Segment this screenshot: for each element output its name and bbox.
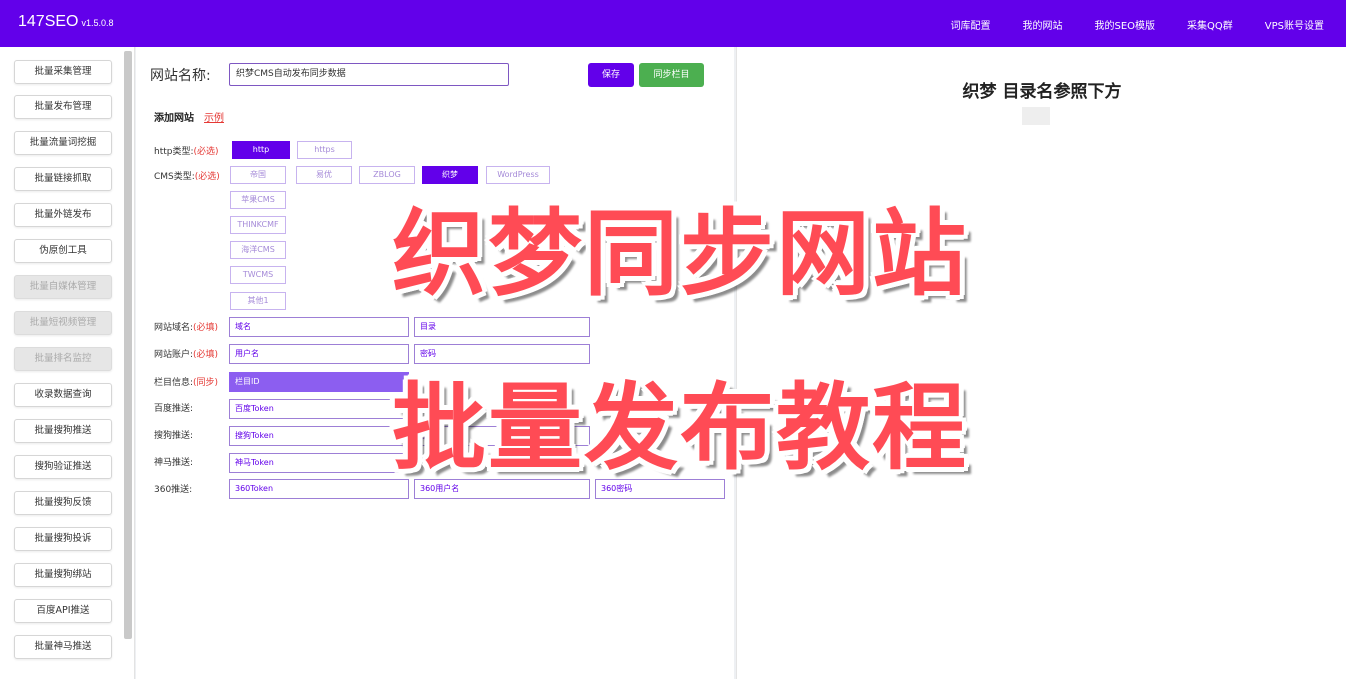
domain-input[interactable]: 域名 xyxy=(229,317,409,337)
site-name-input[interactable]: 织梦CMS自动发布同步数据 xyxy=(229,63,509,86)
sidebar-scrollbar[interactable] xyxy=(124,51,132,639)
overlay-title-line2: 批量发布教程 xyxy=(391,374,968,483)
http-option-https[interactable]: https xyxy=(297,141,352,159)
sidebar-item-batch-collect[interactable]: 批量采集管理 xyxy=(14,60,112,84)
nav-seo-templates[interactable]: 我的SEO模版 xyxy=(1088,13,1161,36)
cms-type-label: CMS类型:(必选) xyxy=(154,172,220,182)
directory-input[interactable]: 目录 xyxy=(414,317,590,337)
http-type-label: http类型:(必选) xyxy=(154,147,219,157)
sync-columns-button[interactable]: 同步栏目 xyxy=(639,63,704,87)
nav-my-sites[interactable]: 我的网站 xyxy=(1016,13,1068,36)
sidebar-item-sogou-complaint[interactable]: 批量搜狗投诉 xyxy=(14,527,112,551)
app-version: v1.5.0.8 xyxy=(81,18,114,28)
sidebar-item-backlink-publish[interactable]: 批量外链发布 xyxy=(14,203,112,227)
app-brand: 147SEO v1.5.0.8 xyxy=(18,13,114,31)
brand-name: 147SEO xyxy=(18,13,79,30)
add-site-example-link[interactable]: 示例 xyxy=(204,109,224,124)
sogou-push-label: 搜狗推送: xyxy=(154,431,194,441)
save-button[interactable]: 保存 xyxy=(588,63,634,87)
sidebar-item-baidu-api[interactable]: 百度API推送 xyxy=(14,599,112,623)
cms-option-diguo[interactable]: 帝国 xyxy=(230,166,286,184)
nav-qq-groups[interactable]: 采集QQ群 xyxy=(1181,13,1239,36)
reference-placeholder xyxy=(1022,107,1050,125)
account-label: 网站账户:(必填) xyxy=(154,350,219,360)
site-name-label: 网站名称: xyxy=(150,68,211,84)
http-option-http[interactable]: http xyxy=(232,141,290,159)
nav-word-config[interactable]: 词库配置 xyxy=(944,13,996,36)
overlay-title-line1: 织梦同步网站 xyxy=(391,200,968,309)
cms-option-other1[interactable]: 其他1 xyxy=(230,292,286,310)
sidebar-item-sogou-push[interactable]: 批量搜狗推送 xyxy=(14,419,112,443)
sidebar-item-media-manage[interactable]: 批量自媒体管理 xyxy=(14,275,112,299)
top-bar: 147SEO v1.5.0.8 词库配置 我的网站 我的SEO模版 采集QQ群 V… xyxy=(0,0,1346,47)
cms-option-apple[interactable]: 苹果CMS xyxy=(230,191,286,209)
sidebar-item-keyword-mining[interactable]: 批量流量词挖掘 xyxy=(14,131,112,155)
sidebar-item-link-crawl[interactable]: 批量链接抓取 xyxy=(14,167,112,191)
column-info-label: 栏目信息:(同步) xyxy=(154,378,219,388)
sidebar-item-sogou-verify[interactable]: 搜狗验证推送 xyxy=(14,455,112,479)
shenma-push-label: 神马推送: xyxy=(154,458,194,468)
cms-option-haiyang[interactable]: 海洋CMS xyxy=(230,241,286,259)
sidebar-item-rank-monitor[interactable]: 批量排名监控 xyxy=(14,347,112,371)
sidebar-item-shenma-push[interactable]: 批量神马推送 xyxy=(14,635,112,659)
sidebar-item-batch-publish[interactable]: 批量发布管理 xyxy=(14,95,112,119)
domain-label: 网站域名:(必填) xyxy=(154,323,219,333)
sidebar-item-index-query[interactable]: 收录数据查询 xyxy=(14,383,112,407)
cms-option-thinkcmf[interactable]: THINKCMF xyxy=(230,216,286,234)
sidebar: 批量采集管理 批量发布管理 批量流量词挖掘 批量链接抓取 批量外链发布 伪原创工… xyxy=(0,47,135,679)
sidebar-item-video-manage[interactable]: 批量短视频管理 xyxy=(14,311,112,335)
push-360-label: 360推送: xyxy=(154,485,193,495)
baidu-push-label: 百度推送: xyxy=(154,404,194,414)
top-nav: 词库配置 我的网站 我的SEO模版 采集QQ群 VPS账号设置 xyxy=(934,13,1340,36)
sidebar-item-sogou-bind[interactable]: 批量搜狗绑站 xyxy=(14,563,112,587)
sidebar-item-pseudo-original[interactable]: 伪原创工具 xyxy=(14,239,112,263)
reference-title: 织梦 目录名参照下方 xyxy=(962,82,1122,102)
add-site-title: 添加网站 xyxy=(154,113,194,124)
nav-vps-settings[interactable]: VPS账号设置 xyxy=(1259,13,1330,36)
sidebar-item-sogou-feedback[interactable]: 批量搜狗反馈 xyxy=(14,491,112,515)
cms-option-twcms[interactable]: TWCMS xyxy=(230,266,286,284)
